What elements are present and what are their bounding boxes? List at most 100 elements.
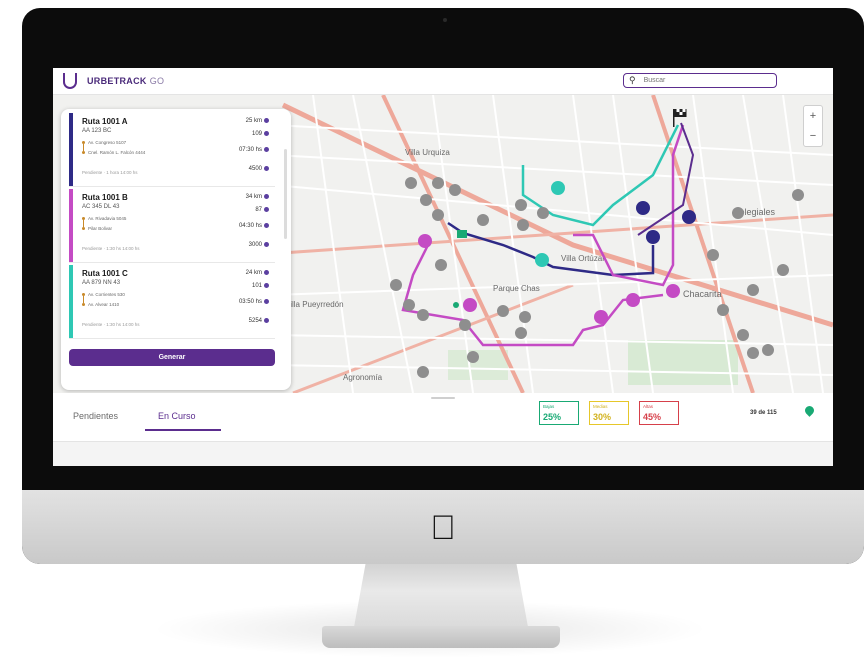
route-distance: 34 km [246, 194, 269, 200]
zoom-control: + − [803, 105, 823, 147]
stat-label: Medias [593, 404, 608, 409]
route-line-icon [83, 220, 84, 227]
route-destination: Pilar Bolivar [88, 226, 113, 231]
route-a-marker[interactable] [636, 201, 650, 215]
route-b-marker[interactable] [418, 234, 432, 248]
stops-counter: 39 de 115 [750, 410, 777, 416]
route-stops: 101 [252, 283, 269, 289]
stop-marker [497, 305, 509, 317]
stop-marker [792, 189, 804, 201]
stop-marker [432, 209, 444, 221]
route-line-icon [83, 296, 84, 303]
stat-label: Altas [643, 404, 654, 409]
route-card[interactable]: Ruta 1001 C AA 879 NN 43 Av. Corrientes … [69, 265, 275, 339]
stop-marker [467, 351, 479, 363]
pin-icon [264, 207, 269, 212]
top-bar: URBETRACK GO ⚲ [53, 68, 833, 95]
brand-suffix: GO [149, 76, 165, 86]
route-b-marker[interactable] [463, 298, 477, 312]
destination-dot-icon [82, 303, 85, 306]
start-marker-icon[interactable] [453, 302, 459, 308]
stop-marker [762, 344, 774, 356]
drag-handle[interactable] [431, 397, 455, 399]
park-area [628, 340, 738, 385]
route-card[interactable]: Ruta 1001 B AC 345 DL 43 Av. Rivadavia 5… [69, 189, 275, 263]
camera-dot [443, 18, 447, 22]
clock-icon [264, 299, 269, 304]
generate-button[interactable]: Generar [69, 349, 275, 366]
monitor-stand-base [322, 626, 560, 648]
stop-marker [515, 327, 527, 339]
stat-medias: Medias 30% [589, 401, 629, 425]
stop-marker [537, 207, 549, 219]
route-origin: Av. Rivadavia 5045 [88, 216, 127, 221]
route-title: Ruta 1001 A [82, 117, 128, 126]
stat-value: 45% [643, 412, 662, 422]
zoom-in-button[interactable]: + [810, 110, 816, 122]
route-b-marker[interactable] [666, 284, 680, 298]
app-screen: URBETRACK GO ⚲ Buscar Villa Urquiza Vill… [53, 68, 833, 466]
depot-marker-icon[interactable] [457, 230, 467, 238]
zoom-out-button[interactable]: − [810, 130, 816, 142]
stop-marker [459, 319, 471, 331]
route-b-marker[interactable] [594, 310, 608, 324]
route-color-bar [69, 265, 73, 338]
stop-marker [417, 366, 429, 378]
route-footer: Pendiente · 1:30 hs 14:00 hs [82, 322, 140, 327]
tab-pendientes[interactable]: Pendientes [73, 411, 118, 421]
distance-icon [264, 194, 269, 199]
route-distance: 25 km [246, 118, 269, 124]
route-line-icon [83, 144, 84, 151]
route-title: Ruta 1001 C [82, 269, 128, 278]
map-label-chacarita: Chacarita [683, 289, 722, 299]
apple-logo-icon:  [425, 510, 461, 546]
route-a-marker[interactable] [646, 230, 660, 244]
route-count: 3000 [249, 242, 269, 248]
route-destination: Av. Alvear 1410 [88, 302, 120, 307]
stop-marker [732, 207, 744, 219]
pin-icon [264, 131, 269, 136]
route-c-marker[interactable] [551, 181, 565, 195]
panel-scrollbar[interactable] [284, 149, 287, 239]
stop-marker [449, 184, 461, 196]
stop-marker [517, 219, 529, 231]
stat-value: 30% [593, 412, 612, 422]
route-c-marker[interactable] [535, 253, 549, 267]
route-count: 4500 [249, 166, 269, 172]
stat-bajas: Bajas 25% [539, 401, 579, 425]
clock-icon [264, 147, 269, 152]
search-icon[interactable]: ⚲ [629, 75, 636, 86]
route-b-marker[interactable] [626, 293, 640, 307]
stop-marker [717, 304, 729, 316]
brand-name: URBETRACK GO [87, 76, 164, 86]
route-card[interactable]: Ruta 1001 A AA 123 BC Av. Congreso 5107 … [69, 113, 275, 187]
route-a-marker[interactable] [682, 210, 696, 224]
stop-marker [519, 311, 531, 323]
stop-marker [515, 199, 527, 211]
stop-marker [403, 299, 415, 311]
screen-footer [53, 441, 833, 466]
route-color-bar [69, 113, 73, 186]
stop-marker [390, 279, 402, 291]
distance-icon [264, 118, 269, 123]
stop-marker [747, 284, 759, 296]
stop-marker [417, 309, 429, 321]
stop-marker [737, 329, 749, 341]
box-icon [264, 242, 269, 247]
tab-en-curso[interactable]: En Curso [158, 411, 196, 421]
map-view[interactable]: Villa Urquiza Villa Ortúzar Parque Chas … [53, 95, 833, 393]
route-origin: Av. Congreso 5107 [88, 140, 127, 145]
stop-marker [432, 177, 444, 189]
urbetrack-logo-icon [63, 73, 77, 89]
map-label-villa-urquiza: Villa Urquiza [405, 148, 450, 157]
route-footer: Pendiente · 1:30 hs 14:00 hs [82, 246, 140, 251]
location-pin-icon [803, 404, 816, 417]
route-color-bar [69, 189, 73, 262]
search-input[interactable] [641, 76, 766, 85]
stop-marker [405, 177, 417, 189]
stop-marker [435, 259, 447, 271]
stop-marker [420, 194, 432, 206]
routes-panel: Ruta 1001 A AA 123 BC Av. Congreso 5107 … [61, 109, 291, 390]
search-box[interactable]: ⚲ [623, 73, 777, 88]
route-time: 07:30 hs [239, 147, 269, 153]
